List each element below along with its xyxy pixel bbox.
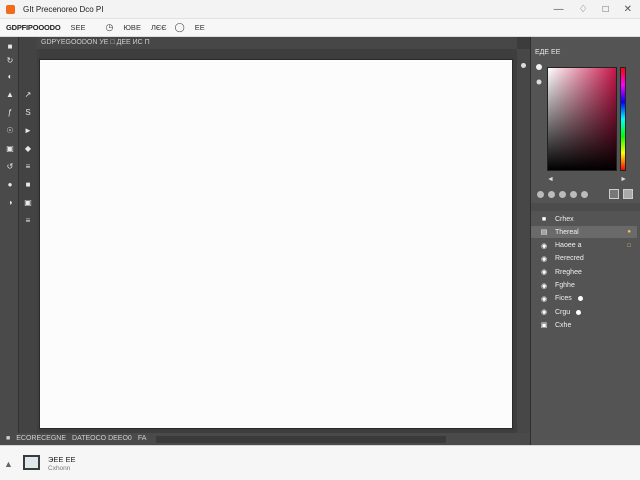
layer-name: Fices <box>555 295 572 303</box>
foreground-color-swatch[interactable] <box>609 189 619 199</box>
color-mode: FA <box>137 435 147 442</box>
window-title: GIt Precenoreo Dco PI <box>23 4 104 14</box>
thumbnail-title: ЭЕЕ ЕЕ <box>48 455 76 464</box>
layer-visibility-icon[interactable]: ◉ <box>539 295 549 303</box>
canvas-area <box>37 49 517 433</box>
document-tab[interactable]: GDPYEGOODON УЕ □ ДЕЕ ИС П <box>37 37 517 49</box>
select-tool-icon[interactable]: ↗ <box>22 89 34 101</box>
color-field[interactable] <box>547 67 617 171</box>
swatch-5[interactable] <box>581 190 588 198</box>
more-tools-icon[interactable]: ≡ <box>22 215 34 227</box>
layer-name: Rerecred <box>555 255 584 263</box>
pen-tool-icon[interactable]: ƒ <box>4 107 16 119</box>
toolbar-primary: ■ ↻ ◐ ▲ ƒ ☉ ▣ ↺ ● ◑ <box>0 37 19 433</box>
bell-icon[interactable]: ♢ <box>579 4 588 15</box>
menu-item-4[interactable]: ЕЕ <box>195 23 205 32</box>
smudge-tool-icon[interactable]: ≡ <box>22 161 34 173</box>
layer-visibility-icon[interactable]: ◉ <box>539 242 549 250</box>
shape-icon[interactable]: ◯ <box>175 22 185 33</box>
right-panel: ЕДЕ ЕЕ ◄ ► ■ Crhex ▤ Thereal ● ◉ Haoee a □ ◉ Rere… <box>530 37 640 445</box>
maximize-icon[interactable]: □ <box>603 4 609 15</box>
scroll-thumb[interactable] <box>521 63 526 68</box>
document-name: GDPFIPOOODO <box>6 23 61 32</box>
layer-dot-icon <box>576 309 582 315</box>
layer-name: Fghhe <box>555 282 575 289</box>
text-tool-icon[interactable]: S <box>22 107 34 119</box>
color-panel-title: ЕДЕ ЕЕ <box>535 49 561 56</box>
swatch-4[interactable] <box>570 190 577 198</box>
status-icon: ■ <box>6 435 11 442</box>
menu-bar: GDPFIPOOODO SEE ◷ ЮВЕ ЛЄЄ ◯ ЕЕ <box>0 19 640 37</box>
fill-tool-icon[interactable]: ● <box>4 179 16 191</box>
zoom-level[interactable]: DATEOCO DEEO0 <box>72 433 132 445</box>
toolbar-secondary: ↗ S ► ◆ ≡ ■ ▣ ≡ <box>19 37 37 433</box>
app-icon <box>6 4 15 14</box>
workspace: ■ ↻ ◐ ▲ ƒ ☉ ▣ ↺ ● ◑ ↗ S ► ◆ ≡ ■ ▣ ≡ GDPY… <box>0 37 640 445</box>
up-arrow-icon[interactable]: ▲ <box>4 459 13 469</box>
title-bar: GIt Precenoreo Dco PI — ♢ □ ✕ <box>0 0 640 19</box>
hue-slider[interactable] <box>620 67 626 171</box>
menu-item-1[interactable]: SEE <box>70 23 85 32</box>
layer-row[interactable]: ◉ Crgu <box>531 306 637 318</box>
history-tool-icon[interactable]: ↺ <box>4 161 16 173</box>
status-bar: ■ ECORECEGNE DATEOCO DEEO0 FA <box>0 433 530 445</box>
layer-row[interactable]: ◉ Fghhe <box>531 280 637 292</box>
document-thumbnail[interactable] <box>23 455 40 470</box>
layer-visibility-icon[interactable]: ■ <box>539 216 549 223</box>
layer-row[interactable]: ◉ Fices <box>531 293 637 305</box>
layer-name: Rreghee <box>555 268 582 276</box>
layer-row[interactable]: ◉ Rerecred <box>531 253 637 265</box>
menu-item-3[interactable]: ЛЄЄ <box>151 23 167 32</box>
eyedropper-icon[interactable] <box>535 63 545 93</box>
layer-row[interactable]: ▣ Cxhe <box>531 319 637 331</box>
layer-row[interactable]: ◉ Haoee a □ <box>531 240 637 252</box>
layer-visibility-icon[interactable]: ◉ <box>539 268 549 276</box>
color-tool-icon[interactable]: ◑ <box>4 197 16 209</box>
close-icon[interactable]: ✕ <box>624 4 632 15</box>
clock-icon[interactable]: ◷ <box>106 22 114 33</box>
layer-visibility-icon[interactable]: ▣ <box>539 321 549 329</box>
vertical-scrollbar[interactable] <box>517 49 530 433</box>
swatch-2[interactable] <box>548 190 555 198</box>
menu-item-2[interactable]: ЮВЕ <box>123 23 141 32</box>
layer-visibility-icon[interactable]: ◉ <box>539 282 549 290</box>
layer-row[interactable]: ◉ Rreghee <box>531 266 637 278</box>
layer-badge-icon: □ <box>627 242 631 249</box>
brush-tool-icon[interactable]: ▲ <box>4 89 16 101</box>
shape-tool-icon[interactable]: ► <box>22 125 34 137</box>
move-tool-icon[interactable]: ■ <box>4 41 16 53</box>
stamp-tool-icon[interactable]: ■ <box>22 179 34 191</box>
thumbnail-subtitle: Cxhonn <box>48 465 71 472</box>
eraser-tool-icon[interactable]: ☉ <box>4 125 16 137</box>
swatch-3[interactable] <box>559 190 566 198</box>
layer-name: Thereal <box>555 228 579 236</box>
layer-visibility-icon[interactable]: ▤ <box>539 228 549 236</box>
doc-info: ECORECEGNE <box>16 435 67 442</box>
crop-tool-icon[interactable]: ▣ <box>4 143 16 155</box>
swatch-row <box>537 188 633 200</box>
sharpen-tool-icon[interactable]: ◆ <box>22 143 34 155</box>
lasso-tool-icon[interactable]: ◐ <box>4 71 16 83</box>
arrow-right-icon[interactable]: ► <box>620 176 627 183</box>
layer-name: Cxhe <box>555 321 572 329</box>
frame-tool-icon[interactable]: ▣ <box>22 197 34 209</box>
layer-name: Crhex <box>555 215 574 223</box>
arrow-left-icon[interactable]: ◄ <box>547 176 554 183</box>
minimize-icon[interactable]: — <box>554 4 564 15</box>
rotate-tool-icon[interactable]: ↻ <box>4 55 16 67</box>
layers-tab-bar[interactable] <box>531 203 640 211</box>
background-color-swatch[interactable] <box>623 189 633 199</box>
layer-dot-icon <box>577 296 583 302</box>
horizontal-scrollbar[interactable] <box>156 435 447 443</box>
layer-row[interactable]: ▤ Thereal ● <box>531 226 637 239</box>
bottom-bar: ▲ ЭЕЕ ЕЕ Cxhonn <box>0 445 640 480</box>
swatch-1[interactable] <box>537 190 544 198</box>
layer-row[interactable]: ■ Crhex <box>531 213 637 225</box>
layer-visibility-icon[interactable]: ◉ <box>539 308 549 316</box>
layer-name: Haoee a <box>555 242 582 250</box>
layer-visibility-icon[interactable]: ◉ <box>539 255 549 263</box>
canvas[interactable] <box>39 59 513 429</box>
layer-badge-icon: ● <box>627 229 631 236</box>
layer-name: Crgu <box>555 308 571 316</box>
